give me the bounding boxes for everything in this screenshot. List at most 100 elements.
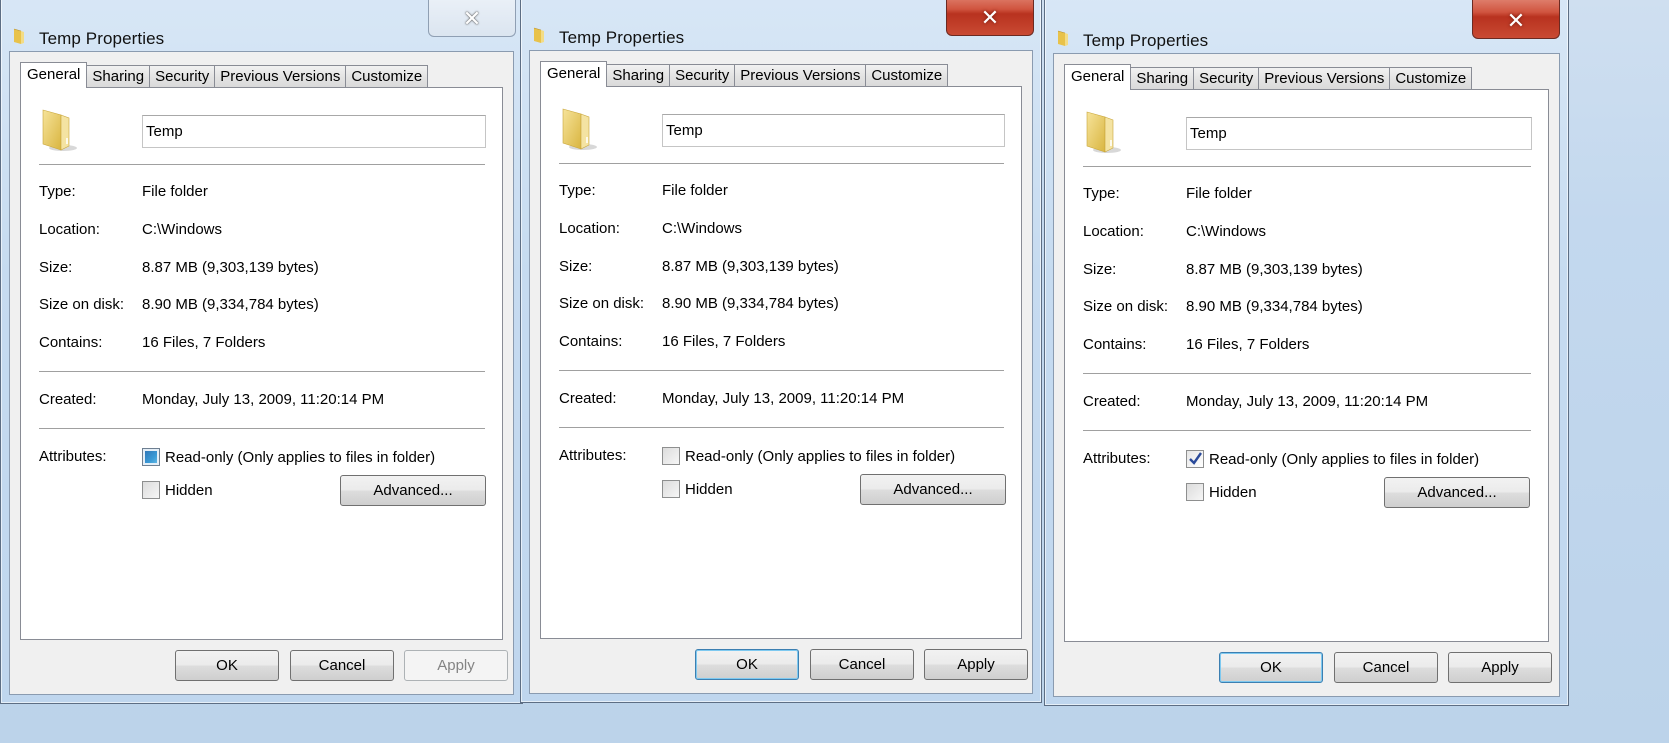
folder-icon — [562, 108, 597, 150]
properties-dialog-1: Temp Properties ✕ General Sharing Security… — [0, 0, 523, 704]
size-on-disk-label: Size on disk: — [559, 295, 645, 312]
separator — [559, 163, 1004, 164]
created-label: Created: — [1083, 393, 1141, 410]
dialog-client-area: General Sharing Security Previous Versions C… — [1053, 53, 1560, 697]
size-label: Size: — [559, 258, 593, 275]
size-on-disk-row: Size on disk: 8.90 MB (9,334,784 bytes) — [559, 295, 1004, 315]
size-row: Size: 8.87 MB (9,303,139 bytes) — [559, 258, 1004, 278]
size-value: 8.87 MB (9,303,139 bytes) — [142, 259, 319, 276]
advanced-button[interactable]: Advanced... — [860, 474, 1006, 505]
tab-sharing[interactable]: Sharing — [1130, 67, 1195, 90]
tab-sharing[interactable]: Sharing — [606, 64, 671, 87]
hidden-checkbox[interactable] — [142, 481, 160, 499]
cancel-button[interactable]: Cancel — [290, 650, 394, 681]
attributes-label: Attributes: — [1083, 450, 1151, 467]
dialog-client-area: General Sharing Security Previous Versions C… — [9, 51, 514, 695]
tab-general[interactable]: General — [1064, 64, 1132, 90]
type-row: Type: File folder — [1083, 185, 1531, 205]
type-row: Type: File folder — [39, 183, 485, 203]
created-label: Created: — [559, 390, 617, 407]
tab-previous-versions[interactable]: Previous Versions — [214, 65, 347, 88]
separator — [1083, 430, 1531, 431]
tab-security[interactable]: Security — [149, 65, 216, 88]
apply-button[interactable]: Apply — [1448, 652, 1552, 683]
tab-sharing[interactable]: Sharing — [86, 65, 151, 88]
cancel-button[interactable]: Cancel — [810, 649, 914, 680]
folder-icon — [13, 28, 24, 44]
location-label: Location: — [39, 221, 100, 238]
created-row: Created: Monday, July 13, 2009, 11:20:14… — [559, 390, 1004, 410]
location-label: Location: — [1083, 223, 1144, 240]
folder-name-input[interactable] — [142, 115, 486, 148]
folder-icon — [533, 27, 544, 43]
separator — [39, 371, 485, 372]
type-label: Type: — [39, 183, 76, 200]
readonly-label[interactable]: Read-only (Only applies to files in fold… — [165, 449, 435, 466]
tab-security[interactable]: Security — [669, 64, 736, 87]
contains-row: Contains: 16 Files, 7 Folders — [1083, 336, 1531, 356]
tab-general[interactable]: General — [20, 62, 88, 88]
advanced-button[interactable]: Advanced... — [340, 475, 486, 506]
folder-icon — [1086, 111, 1121, 153]
tab-customize[interactable]: Customize — [345, 65, 429, 88]
folder-name-input[interactable] — [1186, 117, 1532, 150]
tab-strip: General Sharing Security Previous Versions C… — [20, 62, 429, 88]
folder-name-input[interactable] — [662, 114, 1005, 147]
hidden-label[interactable]: Hidden — [685, 481, 733, 498]
readonly-label[interactable]: Read-only (Only applies to files in fold… — [1209, 451, 1479, 468]
location-row: Location: C:\Windows — [1083, 223, 1531, 243]
ok-button[interactable]: OK — [1219, 652, 1323, 683]
type-row: Type: File folder — [559, 182, 1004, 202]
hidden-label[interactable]: Hidden — [165, 482, 213, 499]
readonly-checkbox[interactable] — [662, 447, 680, 465]
separator — [39, 164, 485, 165]
ok-button[interactable]: OK — [695, 649, 799, 680]
ok-button[interactable]: OK — [175, 650, 279, 681]
tab-general[interactable]: General — [540, 61, 608, 87]
tab-customize[interactable]: Customize — [865, 64, 949, 87]
location-row: Location: C:\Windows — [559, 220, 1004, 240]
tab-customize[interactable]: Customize — [1389, 67, 1473, 90]
attributes-label: Attributes: — [559, 447, 627, 464]
general-tab-panel: Type: File folder Location: C:\Windows Size:… — [540, 86, 1022, 639]
close-icon: ✕ — [462, 5, 482, 31]
close-button[interactable]: ✕ — [946, 0, 1034, 36]
advanced-button[interactable]: Advanced... — [1384, 477, 1530, 508]
dialog-client-area: General Sharing Security Previous Versions C… — [529, 50, 1033, 694]
title-bar[interactable]: Temp Properties ✕ — [1045, 0, 1568, 53]
tab-previous-versions[interactable]: Previous Versions — [1258, 67, 1391, 90]
size-label: Size: — [39, 259, 73, 276]
location-value: C:\Windows — [142, 221, 223, 238]
window-title: Temp Properties — [559, 28, 685, 47]
hidden-checkbox[interactable] — [1186, 483, 1204, 501]
size-label: Size: — [1083, 261, 1117, 278]
size-row: Size: 8.87 MB (9,303,139 bytes) — [1083, 261, 1531, 281]
contains-value: 16 Files, 7 Folders — [662, 333, 786, 350]
created-row: Created: Monday, July 13, 2009, 11:20:14… — [39, 391, 485, 411]
size-on-disk-value: 8.90 MB (9,334,784 bytes) — [142, 296, 319, 313]
cancel-button[interactable]: Cancel — [1334, 652, 1438, 683]
apply-button[interactable]: Apply — [404, 650, 508, 681]
readonly-checkbox[interactable] — [142, 448, 160, 466]
type-value: File folder — [142, 183, 208, 200]
title-bar[interactable]: Temp Properties ✕ — [1, 0, 522, 51]
separator — [1083, 166, 1531, 167]
title-bar[interactable]: Temp Properties ✕ — [521, 0, 1041, 50]
contains-label: Contains: — [1083, 336, 1147, 353]
contains-label: Contains: — [39, 334, 103, 351]
separator — [39, 428, 485, 429]
tab-security[interactable]: Security — [1193, 67, 1260, 90]
type-label: Type: — [559, 182, 596, 199]
type-value: File folder — [1186, 185, 1252, 202]
close-button[interactable]: ✕ — [428, 0, 516, 37]
hidden-label[interactable]: Hidden — [1209, 484, 1257, 501]
close-button[interactable]: ✕ — [1472, 0, 1560, 39]
readonly-checkbox[interactable] — [1186, 450, 1204, 468]
contains-row: Contains: 16 Files, 7 Folders — [39, 334, 485, 354]
apply-button[interactable]: Apply — [924, 649, 1028, 680]
created-row: Created: Monday, July 13, 2009, 11:20:14… — [1083, 393, 1531, 413]
size-on-disk-label: Size on disk: — [39, 296, 125, 313]
readonly-label[interactable]: Read-only (Only applies to files in fold… — [685, 448, 955, 465]
hidden-checkbox[interactable] — [662, 480, 680, 498]
tab-previous-versions[interactable]: Previous Versions — [734, 64, 867, 87]
